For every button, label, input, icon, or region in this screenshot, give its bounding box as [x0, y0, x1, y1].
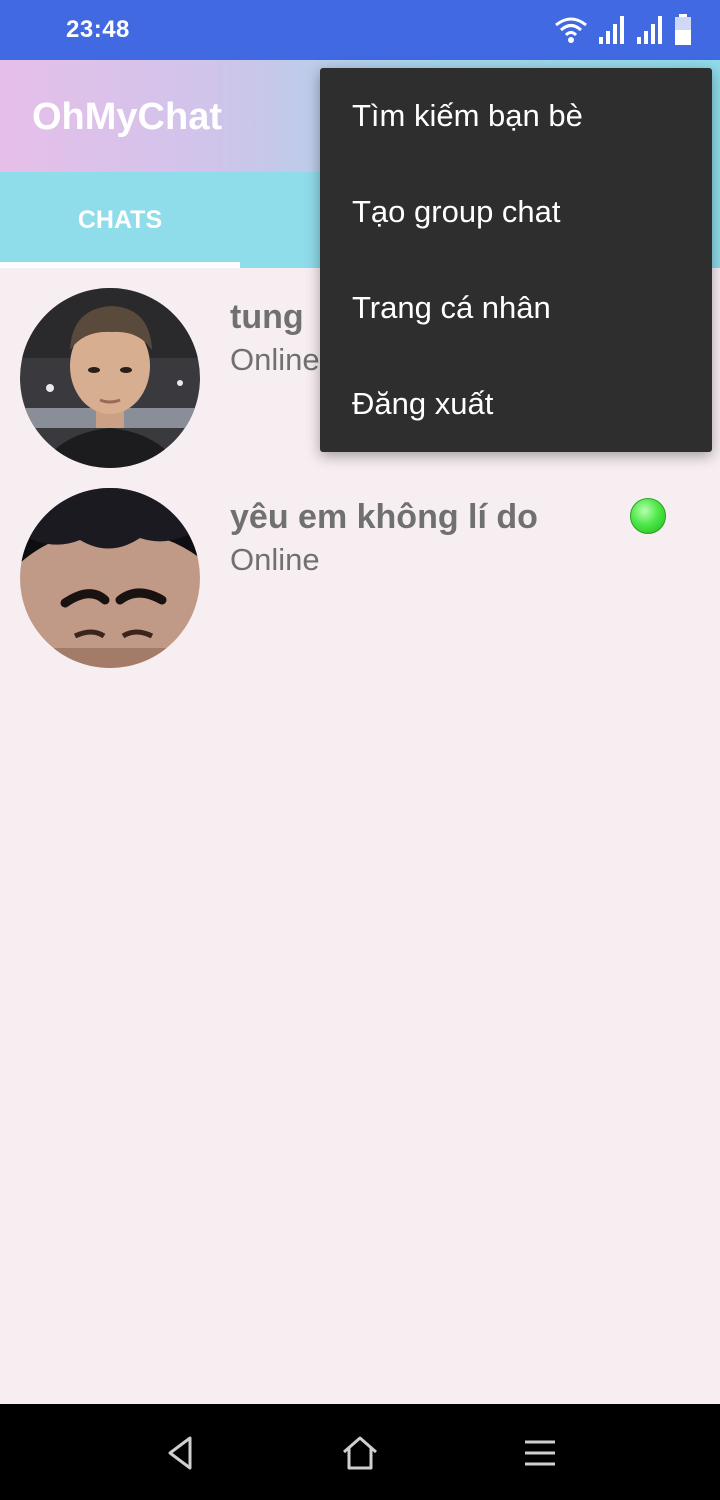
status-time: 23:48 [66, 16, 130, 43]
home-icon[interactable] [335, 1428, 385, 1478]
menu-item-logout[interactable]: Đăng xuất [320, 356, 712, 452]
menu-icon[interactable] [515, 1428, 565, 1478]
battery-icon [675, 14, 691, 45]
avatar [20, 488, 200, 668]
signal-icon [637, 16, 662, 44]
contact-status: Online [230, 542, 320, 577]
avatar [20, 288, 200, 468]
app-title: OhMyChat [32, 96, 222, 138]
status-bar: 23:48 [0, 0, 720, 60]
menu-item-profile[interactable]: Trang cá nhân [320, 260, 712, 356]
contact-status: Online [230, 342, 320, 377]
contact-name: yêu em không lí do [230, 498, 538, 536]
menu-item-search-friends[interactable]: Tìm kiếm bạn bè [320, 68, 712, 164]
signal-icon [599, 16, 624, 44]
back-icon[interactable] [156, 1428, 206, 1478]
navigation-bar [0, 1404, 720, 1500]
menu-item-create-group[interactable]: Tạo group chat [320, 164, 712, 260]
tab-chats[interactable]: CHATS [0, 172, 240, 268]
contact-name: tung [230, 298, 304, 336]
chat-list-item[interactable]: yêu em không lí do Online [0, 468, 720, 668]
online-indicator-icon [630, 498, 666, 534]
wifi-icon [555, 17, 587, 43]
overflow-menu: Tìm kiếm bạn bè Tạo group chat Trang cá … [320, 68, 712, 452]
status-icons [554, 12, 692, 48]
